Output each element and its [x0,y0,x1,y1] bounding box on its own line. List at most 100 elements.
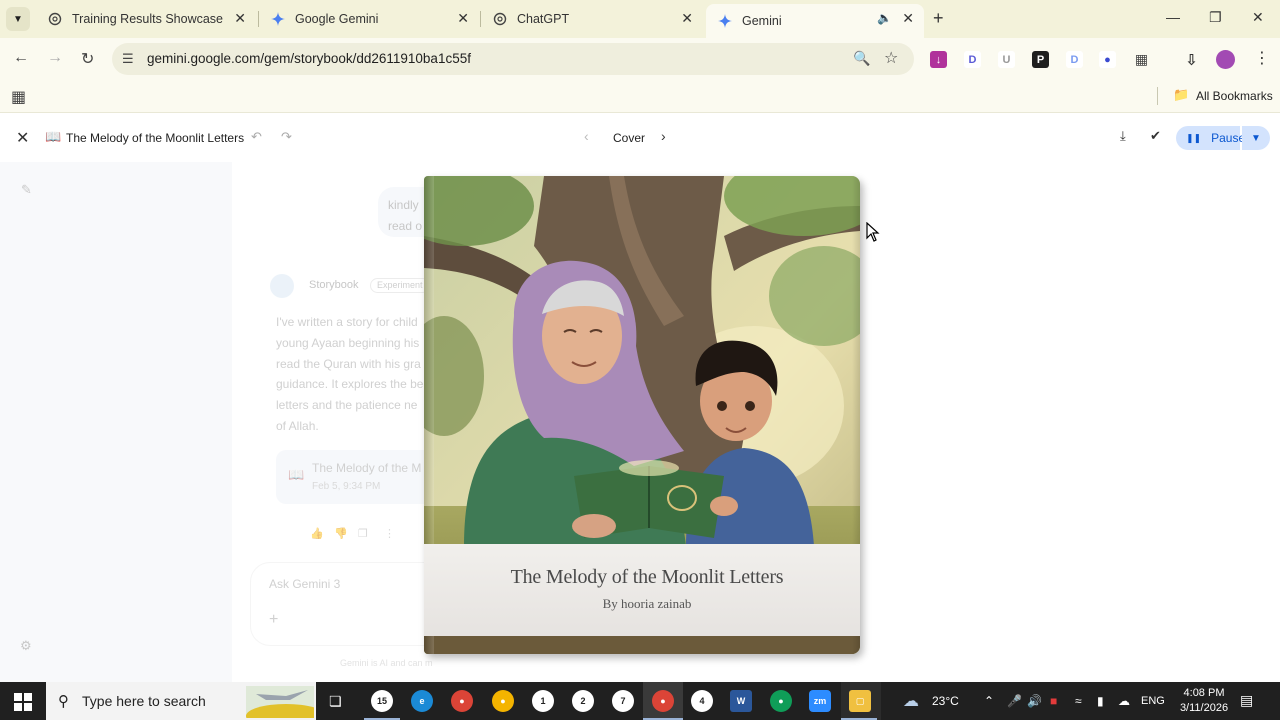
pause-label: Pause [1211,131,1246,145]
undo-icon[interactable]: ↶ [251,129,262,145]
chrome-active-taskbar-icon[interactable]: ● [652,690,674,712]
chrome-taskbar-icon-2[interactable]: ● [770,690,792,712]
search-highlight-art [246,686,314,718]
chatgpt-taskbar-icon-5[interactable]: 4 [691,690,713,712]
response-line: read the Quran with his gra [276,356,421,371]
add-attachment-icon[interactable]: + [269,611,278,629]
file-explorer-taskbar-icon[interactable]: ▢ [849,690,871,712]
battery-icon[interactable]: ▮ [1097,694,1104,708]
volume-icon[interactable]: 🔊 [1027,694,1042,708]
system-clock[interactable]: 4:08 PM 3/11/2026 [1173,686,1235,716]
d2-extension-icon[interactable]: D [1066,51,1083,68]
site-info-icon[interactable]: ☰ [122,51,134,67]
tab-chatgpt[interactable]: ChatGPT ✕ [481,4,703,34]
tab-search-icon[interactable]: ▼ [6,7,30,31]
zoom-taskbar-icon[interactable]: zm [809,690,831,712]
d-extension-icon[interactable]: D [964,51,981,68]
reload-icon[interactable]: ↻ [81,49,94,69]
storybook-title: The Melody of the Moonlit Letters [66,131,245,145]
chatgpt-taskbar-icon-4[interactable]: 7 [612,690,634,712]
bookmark-star-icon[interactable]: ☆ [884,48,898,68]
close-tab-icon[interactable]: ✕ [234,10,246,27]
restore-icon[interactable]: ❐ [1209,9,1222,26]
zoom-icon[interactable]: 🔍 [853,50,870,67]
language-indicator[interactable]: ENG [1141,695,1165,707]
u-extension-icon[interactable]: U [998,51,1015,68]
thumbs-up-icon[interactable]: 👍 [310,527,324,540]
chat-panel: kindly read o Storybook Experiment I've … [232,162,432,682]
tab-title: Training Results Showcase [72,12,223,26]
edge-taskbar-icon[interactable]: e [411,690,433,712]
chrome-taskbar-icon[interactable]: ● [451,690,473,712]
playback-options-chevron-icon[interactable]: ▼ [1242,126,1270,150]
prompt-input[interactable]: Ask Gemini 3 + [250,562,432,646]
cover-title-band [424,544,860,636]
page-indicator: Cover [613,131,646,145]
response-line: guidance. It explores the be [276,377,424,392]
download-story-icon[interactable]: ⤓ [1120,128,1126,144]
downloader-extension-icon[interactable]: ↓ [930,51,947,68]
apps-grid-icon[interactable]: ▦ [11,87,26,107]
response-line: letters and the patience ne [276,398,418,413]
url-text[interactable]: gemini.google.com/gem/storybook/dd261191… [147,51,471,66]
tab-title: ChatGPT [517,12,570,26]
prompt-placeholder: Ask Gemini 3 [269,577,341,591]
copy-icon[interactable]: ❐ [358,527,368,540]
back-icon[interactable]: ← [13,49,29,67]
onedrive-icon[interactable]: ☁ [1118,694,1130,708]
new-chat-icon[interactable]: ✎ [21,182,32,198]
redo-icon[interactable]: ↷ [281,129,292,145]
close-storybook-icon[interactable]: ✕ [16,128,29,148]
close-tab-icon[interactable]: ✕ [457,10,469,27]
forward-icon[interactable]: → [47,49,63,67]
disclaimer-text: Gemini is AI and can make mistakes. [340,658,432,668]
weather-cloud-icon[interactable]: ☁ [903,691,919,711]
wifi-icon[interactable]: ≈ [1075,694,1082,708]
close-tab-icon[interactable]: ✕ [681,10,693,27]
tab-google-gemini[interactable]: Google Gemini ✕ [259,4,479,34]
settings-icon[interactable]: ⚙ [20,638,32,654]
weather-temperature[interactable]: 23°C [932,694,959,708]
taskbar-search[interactable]: ⚲ Type here to search [46,682,316,720]
minimize-icon[interactable]: — [1166,9,1180,25]
windows-start-icon[interactable] [14,693,32,711]
chatgpt-taskbar-icon[interactable]: 15 [371,690,393,712]
response-line: young Ayaan beginning his [276,335,420,350]
tab-training-results[interactable]: Training Results Showcase ✕ [36,4,256,34]
p-extension-icon[interactable]: P [1032,51,1049,68]
extensions-puzzle-icon[interactable]: ▦ [1133,51,1150,68]
storybook-card[interactable]: 📖 The Melody of the M Feb 5, 9:34 PM [276,450,432,504]
record-icon[interactable]: ■ [1050,694,1057,708]
more-options-icon[interactable]: ⋮ [384,527,395,540]
vpn-extension-icon[interactable]: ● [1099,51,1116,68]
download-icon[interactable]: ⇩ [1183,51,1200,69]
microphone-icon[interactable]: 🎤 [1007,694,1022,708]
chatgpt-taskbar-icon-3[interactable]: 2 [572,690,594,712]
storybook-avatar [270,274,294,298]
book-cover[interactable]: The Melody of the Moonlit Letters By hoo… [424,176,860,654]
tab-gemini[interactable]: Gemini 🔈 ✕ [706,4,924,38]
task-view-icon[interactable]: ❏ [329,693,342,710]
show-hidden-icons-icon[interactable]: ⌃ [984,694,994,708]
window-close-icon[interactable]: ✕ [1252,9,1264,26]
pause-button[interactable]: ❚❚ Pause [1176,126,1245,150]
chrome-profile-taskbar-icon[interactable]: ● [492,690,514,712]
new-tab-icon[interactable]: + [933,8,944,29]
notifications-icon[interactable]: ▤ [1240,692,1253,709]
more-menu-icon[interactable]: ⋮ [1254,48,1270,68]
share-icon[interactable]: ✔ [1150,128,1161,144]
gemini-icon [718,14,732,28]
word-taskbar-icon[interactable]: W [730,690,752,712]
chatgpt-taskbar-icon-2[interactable]: 1 [532,690,554,712]
previous-page-icon[interactable]: ‹ [584,128,589,144]
folder-icon[interactable]: 📁 [1173,87,1189,103]
speaker-icon[interactable]: 🔈 [877,11,892,25]
gemini-icon [271,12,285,26]
close-tab-icon[interactable]: ✕ [902,10,914,27]
profile-avatar[interactable] [1216,50,1235,69]
tab-strip: ▼ Training Results Showcase ✕ Google Gem… [0,0,1280,38]
all-bookmarks-link[interactable]: All Bookmarks [1196,89,1273,103]
thumbs-down-icon[interactable]: 👎 [334,527,348,540]
address-bar[interactable]: ☰ gemini.google.com/gem/storybook/dd2611… [112,43,914,75]
next-page-icon[interactable]: › [661,128,666,144]
